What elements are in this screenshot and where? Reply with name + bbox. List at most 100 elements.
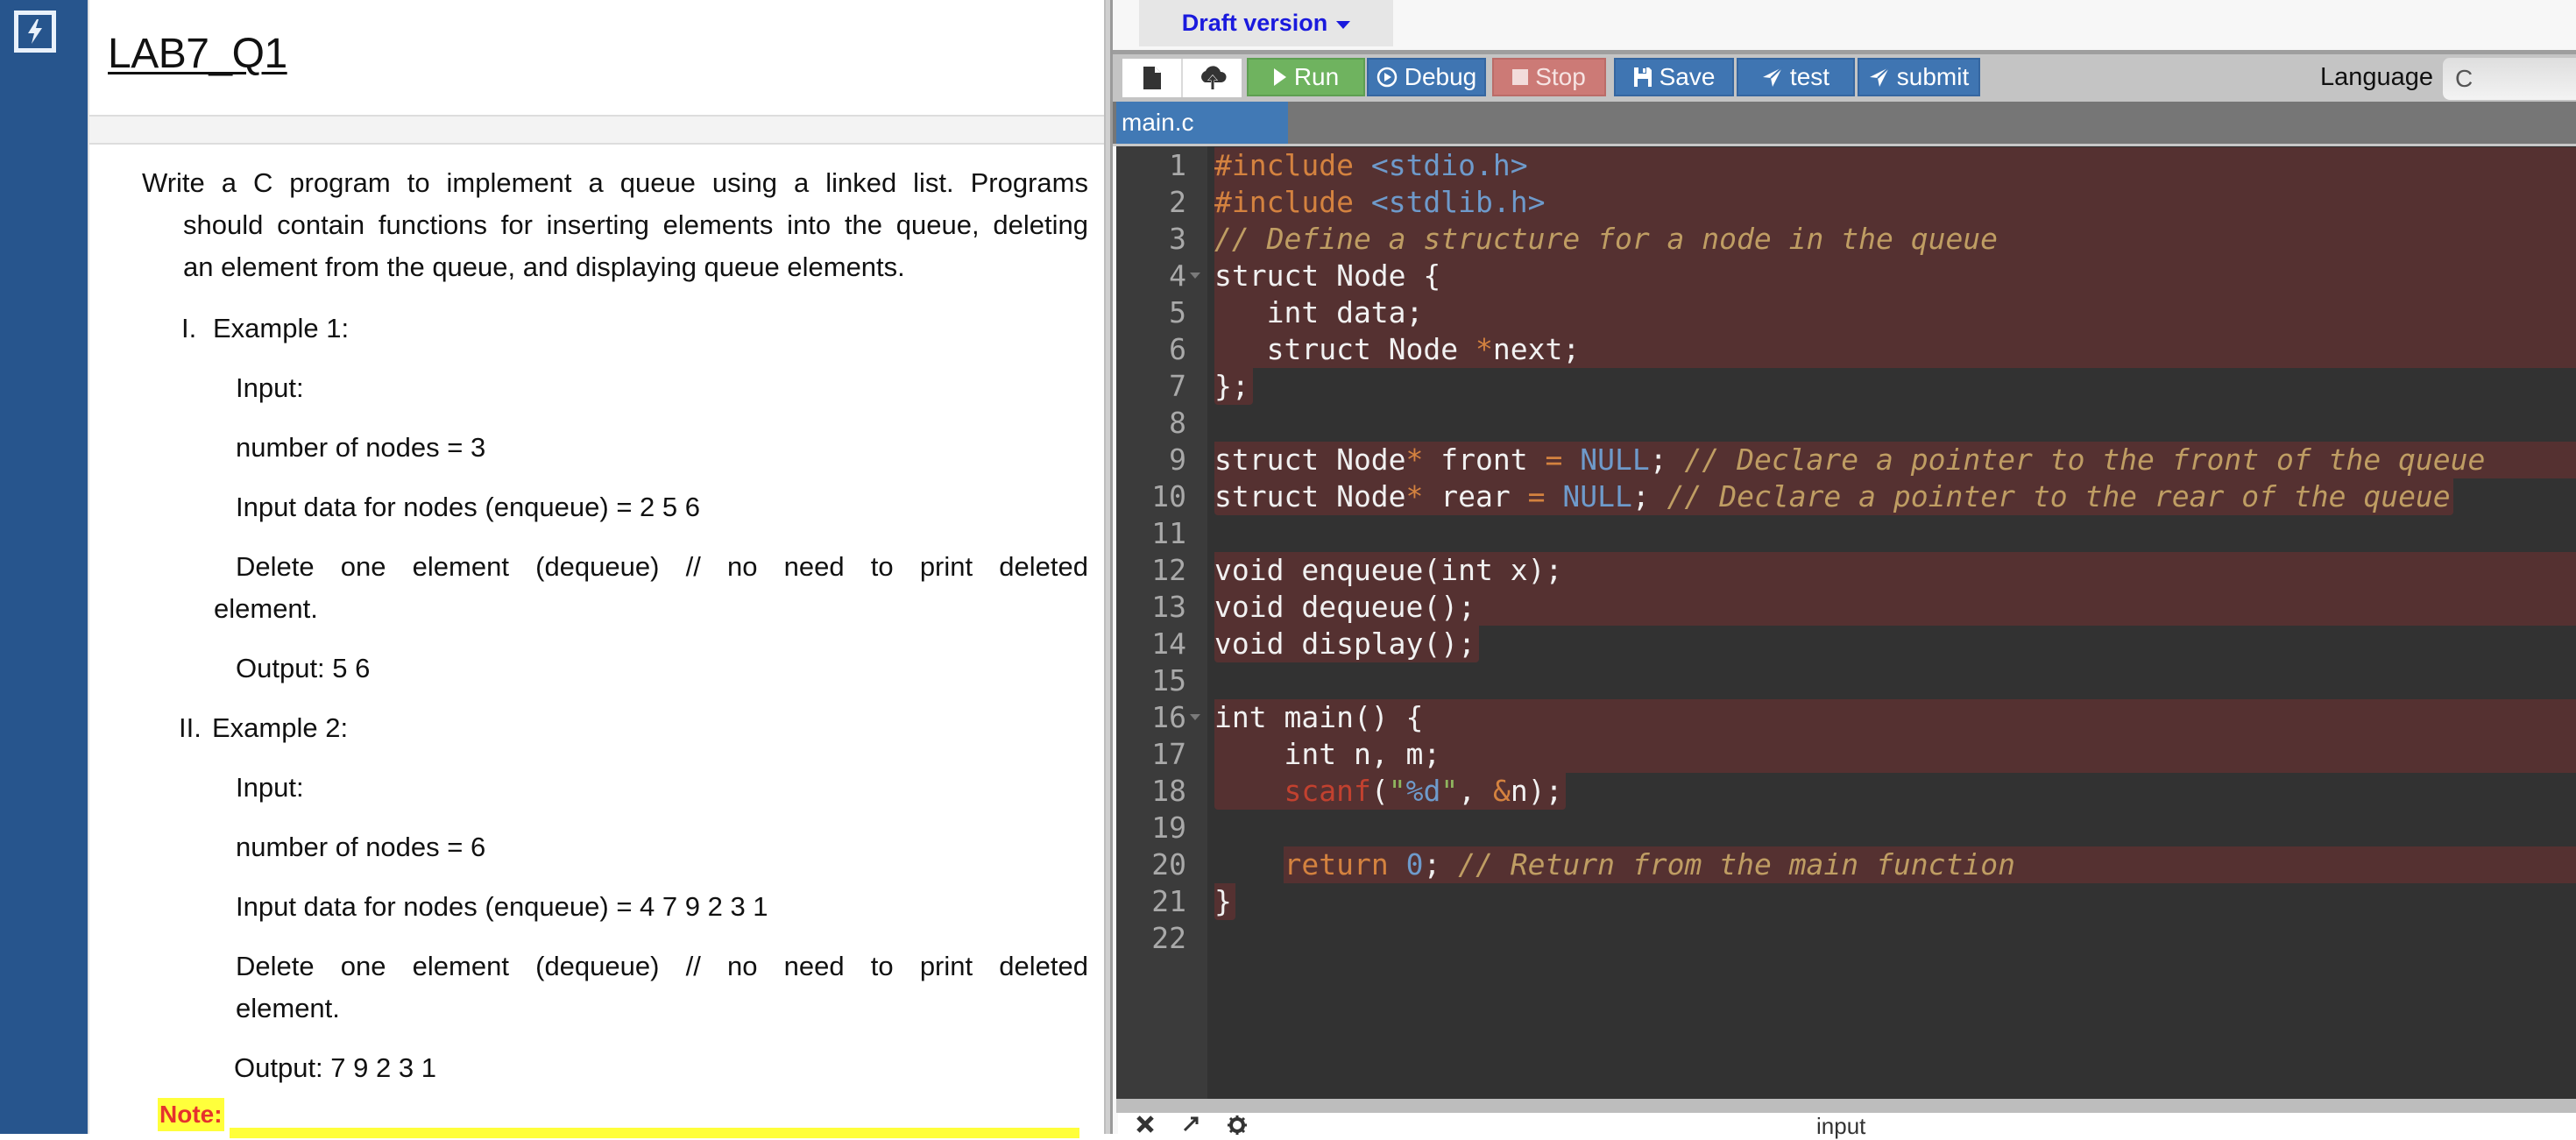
code-text: int data; — [1214, 295, 1424, 329]
code-line[interactable]: 19 — [1116, 810, 2576, 846]
file-tab-bar: main.c — [1113, 102, 2576, 146]
problem-pane: LAB7_Q1 Write a C program to implement a… — [88, 0, 1106, 1138]
line-number: 5 — [1169, 295, 1186, 329]
version-dropdown[interactable]: Draft version — [1139, 0, 1393, 46]
stop-label: Stop — [1535, 63, 1586, 90]
code-line[interactable]: 13 void dequeue(); — [1116, 589, 2576, 626]
code-line[interactable]: 21} — [1116, 883, 2576, 920]
expand-icon[interactable] — [1181, 1115, 1200, 1134]
note-label: Note: — [158, 1098, 224, 1131]
example-1-input-label: Input: — [236, 372, 304, 403]
example-1-heading: Example 1: — [213, 313, 350, 343]
floppy-disk-icon — [1633, 67, 1652, 87]
line-number: 18 — [1151, 774, 1186, 808]
language-value: C — [2455, 65, 2473, 92]
example-2-heading: Example 2: — [212, 712, 349, 743]
upload-button[interactable] — [1183, 59, 1242, 97]
code-line[interactable]: 22 — [1116, 920, 2576, 957]
console-resize-handle[interactable] — [1116, 1099, 2576, 1113]
file-actions — [1122, 59, 1242, 97]
code-line[interactable]: 3 // Define a structure for a node in the… — [1116, 221, 2576, 258]
problem-statement: Write a C program to implement a queue u… — [89, 145, 1106, 1138]
line-number: 6 — [1169, 332, 1186, 366]
submit-label: submit — [1896, 63, 1970, 90]
tab-main-c[interactable]: main.c — [1116, 102, 1288, 144]
line-number: 4 — [1169, 258, 1186, 293]
debug-button[interactable]: Debug — [1367, 58, 1486, 96]
code-editor[interactable]: 1 #include <stdio.h> 2 #include <stdlib.h> 3… — [1116, 146, 2576, 1099]
tab-label: main.c — [1122, 109, 1194, 136]
code-text: // Define a structure for a node in the … — [1214, 222, 1999, 256]
code-text: void display(); — [1214, 627, 1476, 661]
play-icon — [1273, 68, 1286, 86]
language-label: Language — [2320, 63, 2434, 91]
code-line[interactable]: 20 return 0; // Return from the main fun… — [1116, 846, 2576, 883]
debug-label: Debug — [1404, 63, 1477, 90]
code-text: return 0; // Return from the main functi… — [1284, 847, 2015, 882]
code-text: int n, m; — [1214, 737, 1441, 771]
close-icon[interactable] — [1136, 1115, 1155, 1134]
example-2-numeral: II. — [179, 712, 202, 743]
code-line[interactable]: 8 — [1116, 405, 2576, 442]
fold-toggle-icon[interactable] — [1190, 714, 1200, 720]
debug-play-circle-icon — [1376, 67, 1397, 88]
line-number: 17 — [1151, 737, 1186, 771]
stop-square-icon — [1512, 69, 1529, 85]
example-2-delete-line-cont: element. — [236, 993, 340, 1023]
code-line[interactable]: 17 int n, m; — [1116, 736, 2576, 773]
line-number: 11 — [1151, 516, 1186, 550]
code-text: struct Node* rear = NULL; // Declare a p… — [1214, 479, 2451, 513]
submit-button[interactable]: submit — [1858, 58, 1980, 96]
ide-topbar: Draft version — [1113, 0, 2576, 50]
code-line[interactable]: 5 int data; — [1116, 294, 2576, 331]
line-number: 16 — [1151, 700, 1186, 734]
code-line[interactable]: 7}; — [1116, 368, 2576, 405]
paper-plane-icon — [1762, 67, 1783, 87]
code-line[interactable]: 16 int main() { — [1116, 699, 2576, 736]
pane-splitter[interactable] — [1104, 0, 1113, 1134]
line-number: 7 — [1169, 369, 1186, 403]
example-2-data: Input data for nodes (enqueue) = 4 7 9 2… — [236, 891, 768, 922]
paper-plane-icon — [1869, 67, 1890, 87]
code-text: } — [1214, 884, 1232, 918]
problem-title[interactable]: LAB7_Q1 — [108, 30, 287, 78]
code-line[interactable]: 15 — [1116, 662, 2576, 699]
code-line[interactable]: 10 struct Node* rear = NULL; // Declare a… — [1116, 478, 2576, 515]
test-button[interactable]: test — [1737, 58, 1855, 96]
code-line[interactable]: 14 void display(); — [1116, 626, 2576, 662]
caret-down-icon — [1336, 21, 1351, 29]
save-button[interactable]: Save — [1614, 58, 1734, 96]
fold-toggle-icon[interactable] — [1190, 273, 1200, 279]
line-number: 2 — [1169, 185, 1186, 219]
lightning-bolt-icon — [28, 19, 42, 44]
example-2-output: Output: 7 9 2 3 1 — [234, 1052, 436, 1083]
code-line[interactable]: 12 void enqueue(int x); — [1116, 552, 2576, 589]
code-text: #include <stdio.h> — [1214, 148, 1528, 182]
version-dropdown-label: Draft version — [1181, 10, 1328, 36]
example-1-nodes: number of nodes = 3 — [236, 432, 486, 463]
code-line[interactable]: 4 struct Node { — [1116, 258, 2576, 294]
language-select[interactable]: C — [2443, 58, 2576, 100]
new-file-button[interactable] — [1122, 59, 1183, 97]
code-text: scanf("%d", &n); — [1284, 774, 1563, 808]
code-line[interactable]: 2 #include <stdlib.h> — [1116, 184, 2576, 221]
code-line[interactable]: 6 struct Node *next; — [1116, 331, 2576, 368]
intro-line-2: should contain functions for inserting e… — [183, 209, 1088, 240]
settings-gear-icon[interactable] — [1227, 1115, 1248, 1136]
line-number: 21 — [1151, 884, 1186, 918]
ide-pane: Draft version Run Debug Stop Save test s… — [1113, 0, 2576, 1139]
line-number: 14 — [1151, 627, 1186, 661]
example-1-delete-line-cont: element. — [214, 593, 318, 624]
code-line[interactable]: 18 scanf("%d", &n); — [1116, 773, 2576, 810]
example-2-input-label: Input: — [236, 772, 304, 803]
stop-button[interactable]: Stop — [1492, 58, 1606, 96]
run-button[interactable]: Run — [1247, 58, 1365, 96]
code-text: struct Node *next; — [1214, 332, 1581, 366]
code-line[interactable]: 11 — [1116, 515, 2576, 552]
code-text: struct Node { — [1214, 258, 1441, 293]
code-line[interactable]: 9 struct Node* front = NULL; // Declare a… — [1116, 442, 2576, 478]
app-logo[interactable] — [14, 11, 56, 53]
code-line[interactable]: 1 #include <stdio.h> — [1116, 147, 2576, 184]
line-number: 12 — [1151, 553, 1186, 587]
line-number: 13 — [1151, 590, 1186, 624]
